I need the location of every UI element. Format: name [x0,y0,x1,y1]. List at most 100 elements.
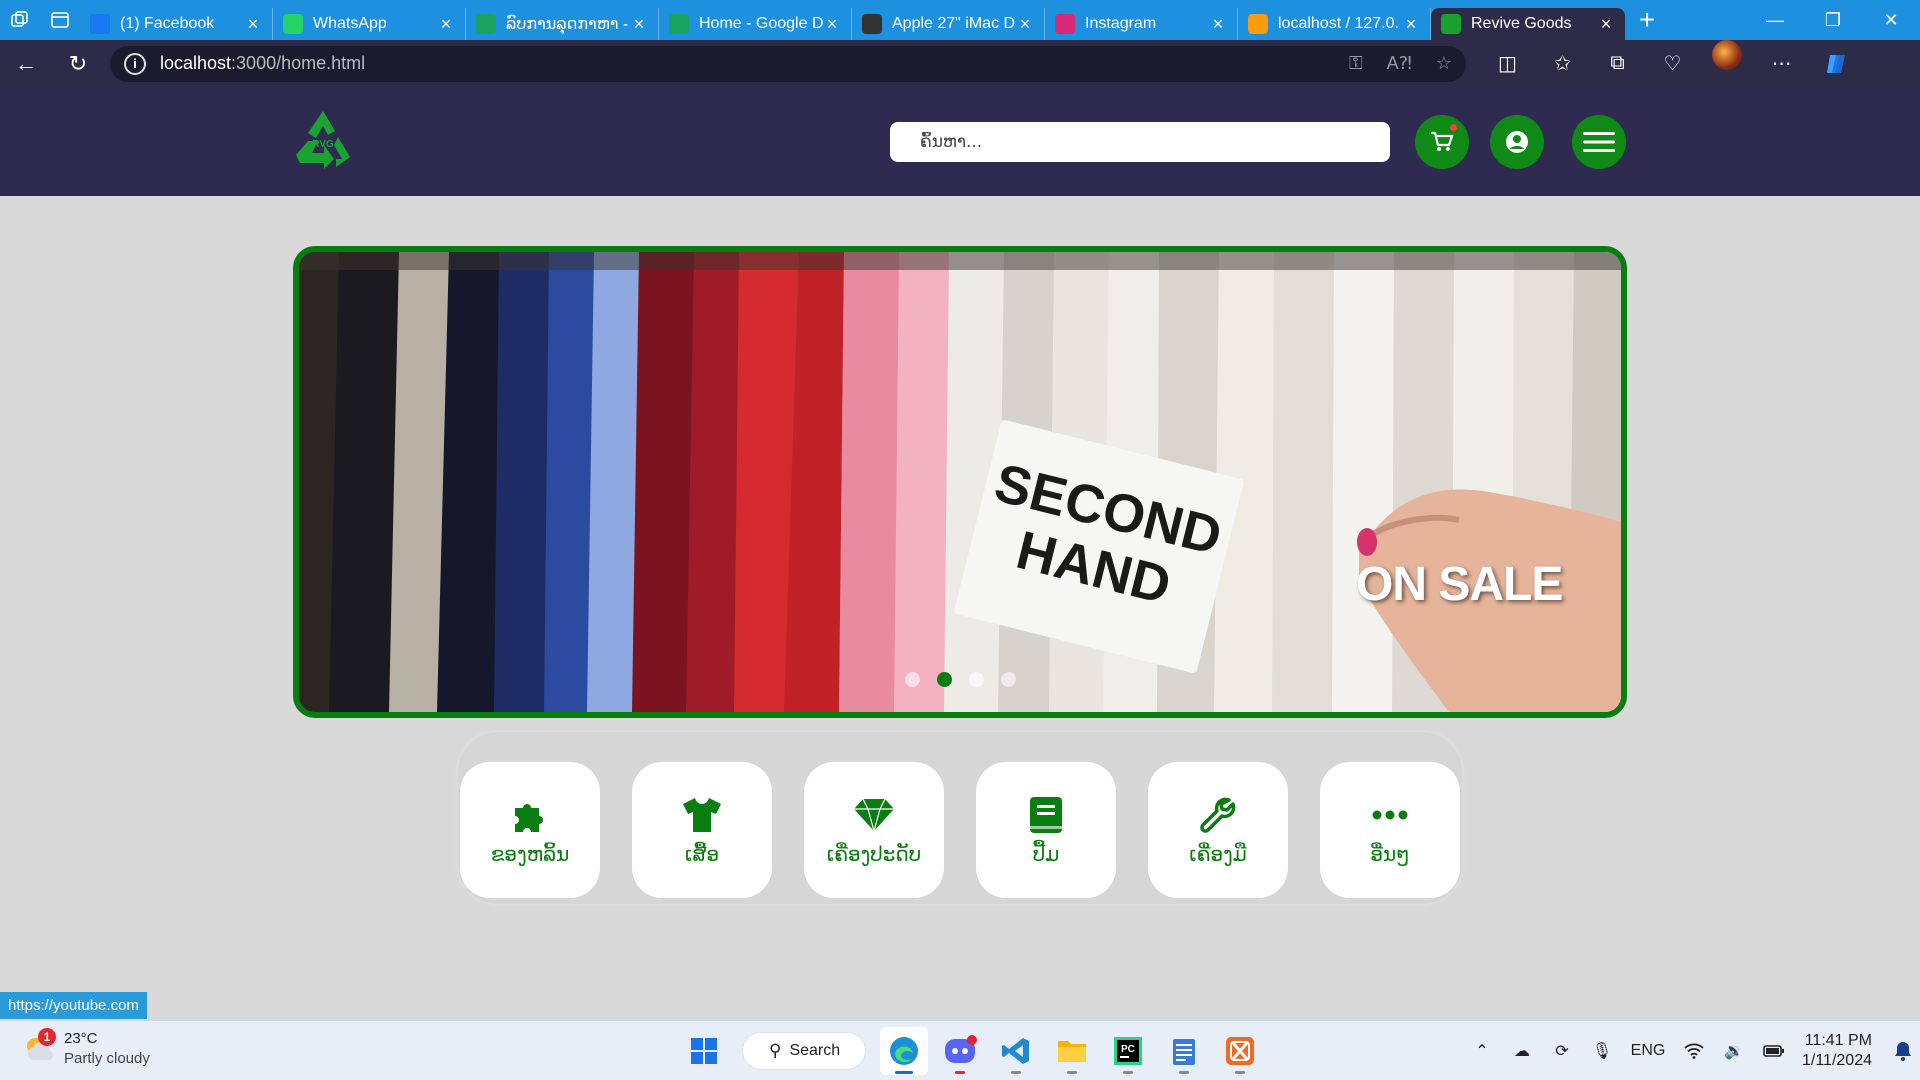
search-icon: ⚲ [769,1041,782,1060]
workspaces-icon[interactable] [0,0,40,40]
tab-close-icon[interactable]: × [1209,14,1227,35]
windows-taskbar: 1 23°C Partly cloudy ⚲ Search PC ⌃ ☁ ⟳ 🎙… [0,1020,1920,1080]
clock[interactable]: 11:41 PM 1/11/2024 [1802,1031,1872,1071]
account-button[interactable] [1490,115,1544,169]
restore-button[interactable]: ❐ [1804,0,1862,40]
taskbar-pycharm[interactable]: PC [1104,1027,1152,1075]
carousel-dot-3[interactable] [969,672,984,687]
settings-more-icon[interactable]: ⋯ [1754,40,1809,87]
favorites-icon[interactable]: ✩ [1535,40,1590,87]
taskbar-notepad[interactable] [1160,1027,1208,1075]
category-tools[interactable]: ເຄື່ອງມື [1148,762,1288,898]
phpmyadmin-icon [1248,14,1268,34]
recycle-icon [1441,14,1461,34]
weather-badge: 1 [38,1028,56,1046]
browser-tab[interactable]: ລົບການລຸດກາຫາ - G× [466,8,659,40]
site-info-icon[interactable]: i [124,52,146,75]
browser-tab-title: (1) Facebook [120,15,215,32]
search-input[interactable] [890,122,1390,162]
hero-carousel[interactable]: SECOND HAND ON SALE [293,246,1627,718]
minimize-button[interactable]: — [1746,0,1804,40]
bh-icon [862,14,882,34]
browser-tab[interactable]: Home - Google Dr × [659,8,852,40]
wifi-icon[interactable] [1674,1043,1714,1059]
category-bar [458,732,1462,904]
new-tab-button[interactable]: + [1625,0,1669,40]
taskbar-vscode[interactable] [992,1027,1040,1075]
tab-close-icon[interactable]: × [437,14,455,35]
read-aloud-icon[interactable]: A⁈ [1387,53,1412,74]
whatsapp-icon [283,14,303,34]
taskbar-discord[interactable] [936,1027,984,1075]
close-window-button[interactable]: ✕ [1862,0,1920,40]
book-icon [1023,794,1069,836]
battery-icon[interactable] [1754,1044,1794,1058]
category-others[interactable]: ອື່ນໆ [1320,762,1460,898]
taskbar-search[interactable]: ⚲ Search [742,1032,866,1070]
xampp-icon [1226,1037,1254,1065]
tab-close-icon[interactable]: × [1016,14,1034,35]
browser-essentials-icon[interactable]: ♡ [1645,40,1700,87]
tab-close-icon[interactable]: × [1402,14,1420,35]
start-button[interactable] [680,1027,728,1075]
microphone-icon[interactable]: 🎙 [1582,1041,1622,1061]
tab-close-icon[interactable]: × [630,14,648,35]
tab-close-icon[interactable]: × [823,14,841,35]
category-jewelry[interactable]: ເຄື່ອງປະດັບ [804,762,944,898]
carousel-indicators [905,672,1016,687]
weather-widget[interactable]: 1 23°C Partly cloudy [22,1028,150,1069]
recycle-logo-icon[interactable]: RVG [290,107,356,173]
chevron-up-icon[interactable]: ⌃ [1462,1041,1502,1061]
carousel-dot-2[interactable] [937,672,952,687]
google-drive-icon [669,14,689,34]
menu-button[interactable] [1572,115,1626,169]
svg-text:PC: PC [1121,1044,1135,1055]
tab-actions-icon[interactable] [40,0,80,40]
clock-date: 1/11/2024 [1802,1052,1872,1069]
category-toys[interactable]: ຂອງຫລິ້ນ [460,762,600,898]
browser-tab[interactable]: WhatsApp × [273,8,466,40]
category-books[interactable]: ປື້ມ [976,762,1116,898]
carousel-dot-4[interactable] [1001,672,1016,687]
language-indicator[interactable]: ENG [1622,1042,1674,1060]
cart-notification-dot [1450,124,1457,131]
copilot-icon[interactable] [1809,40,1864,87]
browser-tab-title: ລົບການລຸດກາຫາ - G [506,16,630,33]
taskbar-file-explorer[interactable] [1048,1027,1096,1075]
split-screen-icon[interactable]: ◫ [1480,40,1535,87]
notification-bell-icon[interactable] [1886,1041,1920,1061]
volume-icon[interactable]: 🔉 [1714,1041,1754,1061]
url-field[interactable]: i localhost:3000/home.html ⚿ A⁈ ☆ [110,45,1466,82]
taskbar-xampp[interactable] [1216,1027,1264,1075]
gem-icon [851,794,897,836]
browser-tab[interactable]: Revive Goods × [1431,8,1625,40]
back-button[interactable]: ← [0,40,52,87]
category-clothing[interactable]: ເສື້ອ [632,762,772,898]
profile-avatar[interactable] [1712,40,1742,70]
collections-icon[interactable]: ⧉ [1590,40,1645,87]
weather-condition: Partly cloudy [64,1050,150,1067]
browser-tab-title: WhatsApp [313,15,387,32]
onedrive-icon[interactable]: ☁ [1502,1041,1542,1061]
system-tray: ⌃ ☁ ⟳ 🎙 ENG 🔉 11:41 PM 1/11/2024 [1462,1021,1920,1080]
browser-tab[interactable]: Apple 27" iMac D × [852,8,1045,40]
carousel-dot-1[interactable] [905,672,920,687]
category-label: ເສື້ອ [684,842,720,866]
hamburger-icon [1583,132,1615,152]
refresh-button[interactable]: ↻ [52,40,104,87]
instagram-icon [1055,14,1075,34]
tab-close-icon[interactable]: × [244,14,262,35]
status-link-preview: https://youtube.com [0,992,147,1019]
partly-cloudy-icon: 1 [22,1028,56,1066]
browser-tab-title: Home - Google Dr [699,15,823,32]
browser-tab[interactable]: Instagram × [1045,8,1238,40]
tab-close-icon[interactable]: × [1597,14,1615,35]
taskbar-edge[interactable] [880,1027,928,1075]
sync-icon[interactable]: ⟳ [1542,1041,1582,1061]
favorite-star-icon[interactable]: ☆ [1436,53,1452,74]
discord-icon [945,1035,977,1063]
browser-tab[interactable]: localhost / 127.0. × [1238,8,1431,40]
browser-tab[interactable]: (1) Facebook × [80,8,273,40]
cart-button[interactable] [1415,115,1469,169]
password-key-icon[interactable]: ⚿ [1349,53,1363,74]
